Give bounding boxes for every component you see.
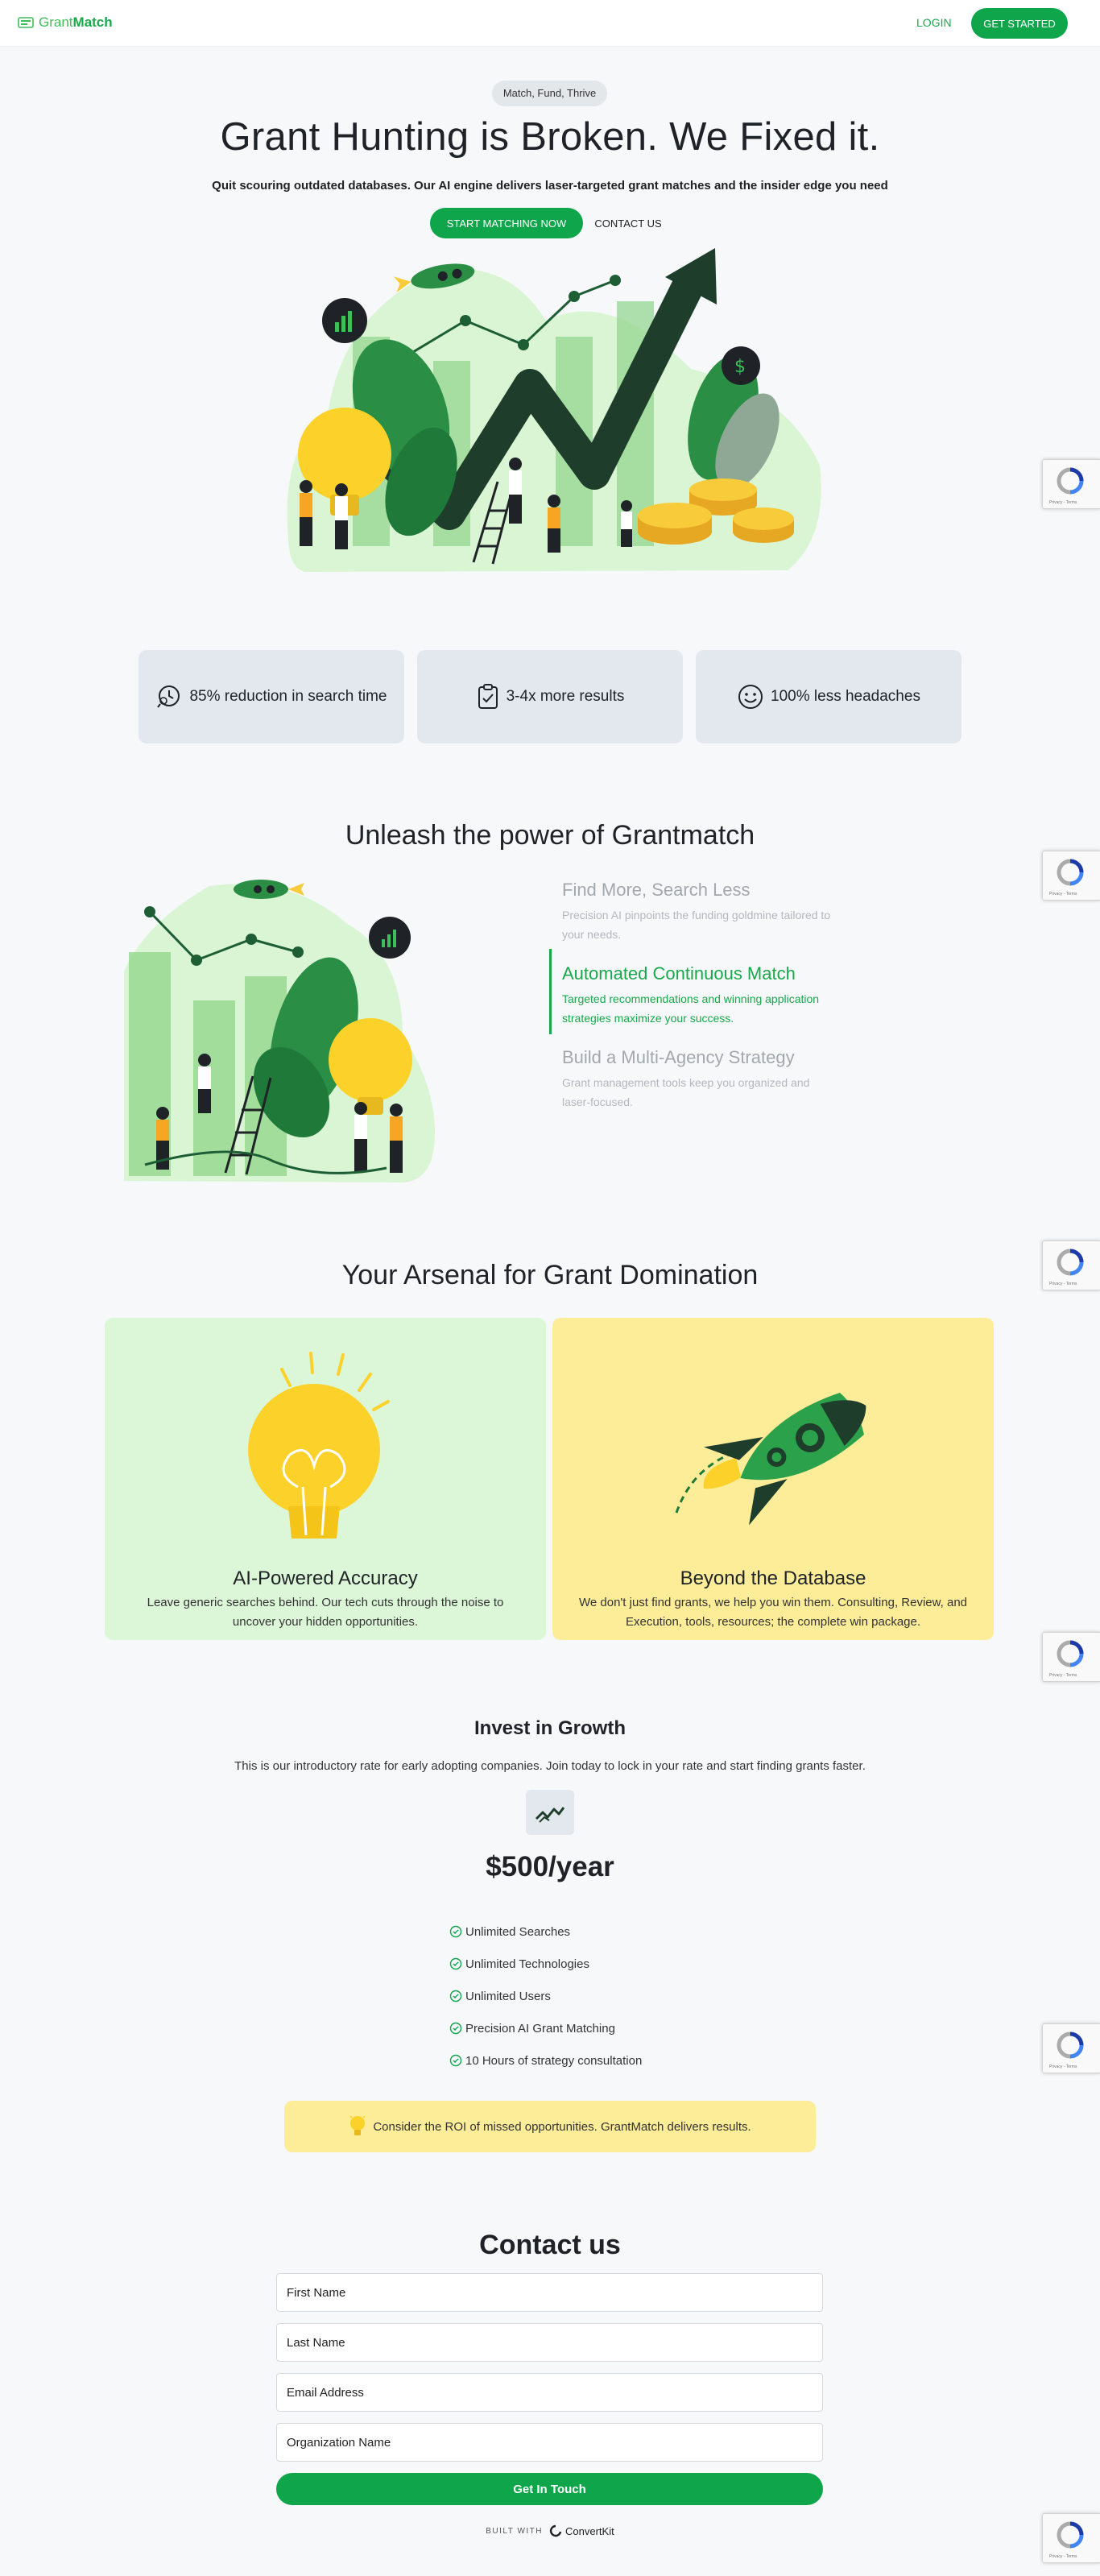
start-matching-button[interactable]: START MATCHING NOW <box>430 208 583 238</box>
list-item: Precision AI Grant Matching <box>449 2012 642 2044</box>
hero-title: Grant Hunting is Broken. We Fixed it. <box>220 115 880 159</box>
check-circle-icon <box>449 1957 462 1970</box>
recaptcha-footer[interactable]: Privacy - Terms <box>1049 1282 1077 1286</box>
logo-icon <box>18 17 34 28</box>
convertkit-label: ConvertKit <box>565 2524 614 2537</box>
clipboard-check-icon <box>478 684 498 709</box>
get-in-touch-button[interactable]: Get In Touch <box>276 2473 823 2505</box>
feature-title: Find More, Search Less <box>562 880 751 900</box>
stat-card-more-results: 3-4x more results <box>417 650 683 743</box>
features-title: Unleash the power of Grantmatch <box>345 820 755 851</box>
list-item-label: Unlimited Technologies <box>465 1957 589 1971</box>
recaptcha-icon <box>1057 2031 1084 2059</box>
list-item-label: Unlimited Users <box>465 1989 551 2003</box>
top-navbar: GrantMatch LOGIN GET STARTED <box>0 0 1100 47</box>
recaptcha-badge[interactable]: Privacy - Terms <box>1042 459 1100 509</box>
recaptcha-icon <box>1057 1249 1084 1276</box>
list-item: Unlimited Technologies <box>449 1948 642 1980</box>
smiley-icon <box>738 685 763 709</box>
convertkit-brand: ConvertKit <box>549 2524 614 2537</box>
pricing-title: Invest in Growth <box>473 1717 626 1739</box>
hero-tagline-pill: Match, Fund, Thrive <box>492 81 607 106</box>
feature-title: Build a Multi-Agency Strategy <box>562 1047 795 1067</box>
svg-text:$: $ <box>734 357 746 377</box>
hero-subtitle: Quit scouring outdated databases. Our AI… <box>212 179 888 193</box>
check-circle-icon <box>449 1925 462 1938</box>
feature-text: Targeted recommendations and winning app… <box>562 992 820 1025</box>
recaptcha-footer[interactable]: Privacy - Terms <box>1049 1673 1077 1678</box>
list-item: Unlimited Users <box>449 1980 642 2012</box>
recaptcha-footer[interactable]: Privacy - Terms <box>1049 892 1077 897</box>
recaptcha-icon <box>1057 1640 1084 1667</box>
pricing-features-list: Unlimited Searches Unlimited Technologie… <box>449 1915 642 2077</box>
feature-text: Precision AI pinpoints the funding goldm… <box>562 909 831 941</box>
logo-text: GrantMatch <box>39 14 113 30</box>
magnifier-clock-icon <box>157 685 180 708</box>
feature-text: Grant management tools keep you organize… <box>562 1076 810 1108</box>
contact-title: Contact us <box>479 2230 621 2260</box>
recaptcha-footer[interactable]: Privacy - Terms <box>1049 500 1077 505</box>
hero-growth-illustration: $ <box>287 248 821 572</box>
rocket-icon <box>675 1393 866 1526</box>
first-name-field[interactable] <box>276 2273 823 2312</box>
recaptcha-badge[interactable]: Privacy - Terms <box>1042 851 1100 901</box>
contact-us-button[interactable]: CONTACT US <box>589 208 667 238</box>
get-started-button[interactable]: GET STARTED <box>971 8 1068 39</box>
last-name-field[interactable] <box>276 2323 823 2362</box>
list-item-label: Precision AI Grant Matching <box>465 2021 615 2036</box>
features-illustration <box>124 880 435 1182</box>
login-link[interactable]: LOGIN <box>916 16 952 29</box>
recaptcha-badge[interactable]: Privacy - Terms <box>1042 2513 1100 2563</box>
card-beyond-database: Beyond the Database We don't just find g… <box>552 1318 994 1640</box>
pricing-description: This is our introductory rate for early … <box>234 1759 866 1773</box>
feature-title: Automated Continuous Match <box>562 963 796 984</box>
recaptcha-icon <box>1057 859 1084 886</box>
check-circle-icon <box>449 2022 462 2035</box>
check-circle-icon <box>449 1990 462 2002</box>
card-title: Beyond the Database <box>680 1568 866 1589</box>
convertkit-logo-icon <box>549 2524 562 2537</box>
list-item-label: 10 Hours of strategy consultation <box>465 2053 643 2068</box>
pricing-badge <box>526 1790 574 1835</box>
list-item: 10 Hours of strategy consultation <box>449 2044 642 2077</box>
recaptcha-footer[interactable]: Privacy - Terms <box>1049 2554 1077 2559</box>
price-amount: $500/year <box>486 1851 614 1882</box>
stat-label: 85% reduction in search time <box>189 688 387 705</box>
roi-banner: Consider the ROI of missed opportunities… <box>284 2101 816 2152</box>
recaptcha-footer[interactable]: Privacy - Terms <box>1049 2065 1077 2069</box>
list-item-label: Unlimited Searches <box>465 1924 571 1939</box>
stat-card-search-time: 85% reduction in search time <box>139 650 404 743</box>
trend-up-icon <box>535 1807 565 1823</box>
card-text: Leave generic searches behind. Our tech … <box>147 1596 504 1629</box>
stat-label: 3-4x more results <box>506 688 625 705</box>
stat-label: 100% less headaches <box>771 688 920 705</box>
roi-text: Consider the ROI of missed opportunities… <box>373 2119 751 2134</box>
recaptcha-icon <box>1057 2521 1084 2549</box>
lightbulb-icon <box>349 2115 366 2135</box>
feature-find-more[interactable]: Find More, Search Less Precision AI pinp… <box>562 880 836 944</box>
feature-multi-agency[interactable]: Build a Multi-Agency Strategy Grant mana… <box>562 1047 836 1112</box>
list-item: Unlimited Searches <box>449 1915 642 1948</box>
card-title: AI-Powered Accuracy <box>233 1568 418 1589</box>
recaptcha-badge[interactable]: Privacy - Terms <box>1042 2023 1100 2073</box>
lightbulb-icon <box>248 1352 390 1539</box>
recaptcha-badge[interactable]: Privacy - Terms <box>1042 1240 1100 1290</box>
email-field[interactable] <box>276 2373 823 2412</box>
built-with-label: BUILT WITH <box>486 2526 544 2536</box>
recaptcha-icon <box>1057 467 1084 495</box>
organization-field[interactable] <box>276 2423 823 2462</box>
card-text: We don't just find grants, we help you w… <box>578 1596 967 1629</box>
card-ai-accuracy: AI-Powered Accuracy Leave generic search… <box>105 1318 546 1640</box>
built-with-badge[interactable]: BUILT WITH ConvertKit <box>0 2524 1100 2537</box>
stat-card-less-headaches: 100% less headaches <box>696 650 961 743</box>
recaptcha-badge[interactable]: Privacy - Terms <box>1042 1632 1100 1682</box>
active-feature-indicator <box>549 949 552 1034</box>
logo[interactable]: GrantMatch <box>18 14 113 31</box>
arsenal-title: Your Arsenal for Grant Domination <box>341 1260 759 1290</box>
feature-continuous-match[interactable]: Automated Continuous Match Targeted reco… <box>562 963 836 1028</box>
check-circle-icon <box>449 2054 462 2067</box>
